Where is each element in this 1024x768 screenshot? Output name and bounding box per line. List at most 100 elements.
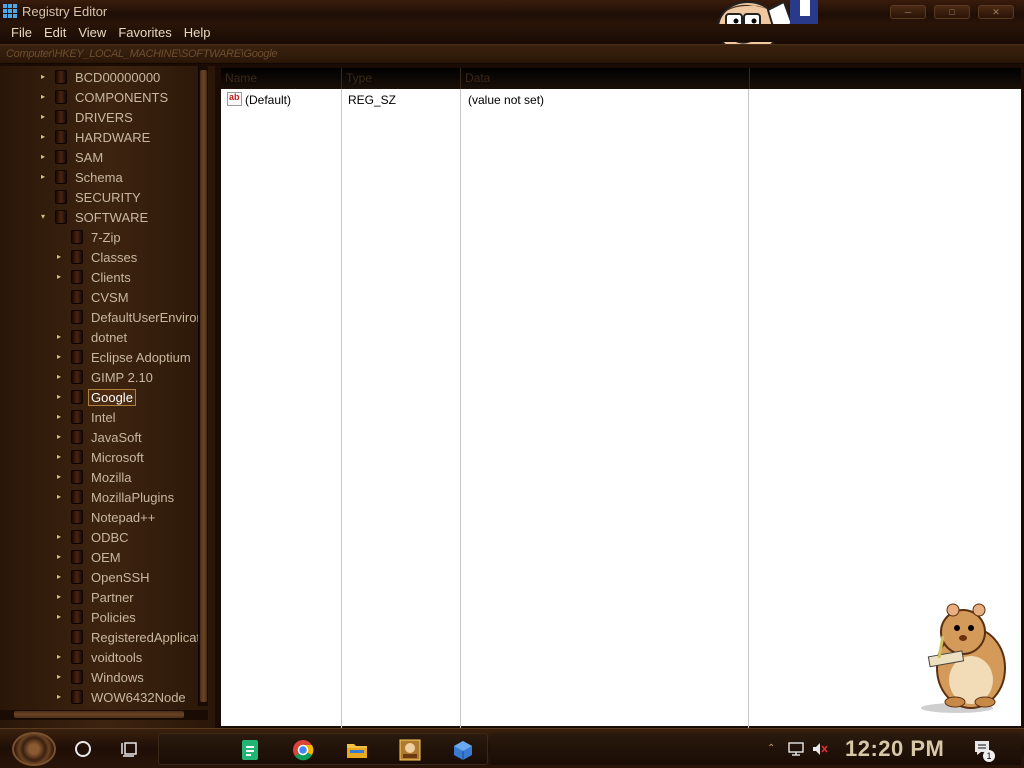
minimize-button[interactable]: ─ xyxy=(890,5,926,19)
expand-arrow-icon[interactable]: ▸ xyxy=(55,673,63,681)
folder-icon xyxy=(55,190,67,204)
tree-node[interactable]: ▸ JavaSoft xyxy=(55,427,142,447)
menu-help[interactable]: Help xyxy=(178,24,217,42)
expand-arrow-icon[interactable]: ▸ xyxy=(39,133,47,141)
registry-tree-pane[interactable]: ▸ BCD00000000 ▸ COMPONENTS ▸ DRIVERS ▸ HARDWARE… xyxy=(0,66,215,728)
tree-node[interactable]: RegisteredApplicat xyxy=(55,627,200,647)
tree-node[interactable]: ▸ Clients xyxy=(55,267,131,287)
tree-node[interactable]: ▸ BCD00000000 xyxy=(39,67,160,87)
sandbox-icon[interactable] xyxy=(399,739,421,761)
menu-favorites[interactable]: Favorites xyxy=(112,24,177,42)
expand-arrow-icon[interactable]: ▸ xyxy=(55,473,63,481)
close-button[interactable]: ✕ xyxy=(978,5,1014,19)
tree-node[interactable]: ▸ Partner xyxy=(55,587,134,607)
expand-arrow-icon[interactable]: ▸ xyxy=(55,573,63,581)
column-header-data[interactable]: Data xyxy=(461,68,750,89)
task-view-icon[interactable] xyxy=(120,739,140,759)
collapse-arrow-icon[interactable]: ▾ xyxy=(39,213,47,221)
tree-node[interactable]: ▸ HARDWARE xyxy=(39,127,150,147)
chrome-icon[interactable] xyxy=(292,739,314,761)
menu-edit[interactable]: Edit xyxy=(38,24,72,42)
expand-arrow-icon[interactable]: ▸ xyxy=(55,393,63,401)
registry-values-pane[interactable]: Name Type Data ab (Default) REG_SZ (valu… xyxy=(220,67,1022,728)
tree-node[interactable]: ▸ SAM xyxy=(39,147,103,167)
network-icon[interactable] xyxy=(787,741,805,757)
tree-node[interactable]: SECURITY xyxy=(39,187,141,207)
tree-node-label: OEM xyxy=(91,549,121,565)
menu-view[interactable]: View xyxy=(72,24,112,42)
chevron-up-icon[interactable]: ⌃ xyxy=(767,743,775,754)
expand-arrow-icon[interactable]: ▸ xyxy=(55,253,63,261)
tree-node[interactable]: Notepad++ xyxy=(55,507,155,527)
tree-vertical-scrollbar[interactable] xyxy=(198,66,208,706)
start-button[interactable] xyxy=(12,732,56,766)
maximize-button[interactable]: □ xyxy=(934,5,970,19)
tree-node-label: Classes xyxy=(91,249,138,265)
sheets-icon[interactable] xyxy=(239,739,261,761)
address-bar[interactable]: Computer\HKEY_LOCAL_MACHINE\SOFTWARE\Goo… xyxy=(0,44,1024,64)
expand-arrow-icon[interactable]: ▸ xyxy=(39,153,47,161)
tree-node[interactable]: ▸ MozillaPlugins xyxy=(55,487,174,507)
tree-node[interactable]: ▸ Policies xyxy=(55,607,136,627)
expand-arrow-icon[interactable]: ▸ xyxy=(55,493,63,501)
scrollbar-thumb[interactable] xyxy=(14,711,184,718)
scrollbar-thumb[interactable] xyxy=(200,70,207,702)
tree-node[interactable]: ▸ Intel xyxy=(55,407,116,427)
tree-node[interactable]: ▸ WOW6432Node xyxy=(55,687,186,707)
cube-app-icon[interactable] xyxy=(452,739,474,761)
file-explorer-icon[interactable] xyxy=(346,739,368,761)
tree-node[interactable]: ▸ Windows xyxy=(55,667,144,687)
taskbar-clock[interactable]: 12:20 PM xyxy=(845,736,944,762)
tree-node[interactable]: ▸ Mozilla xyxy=(55,467,131,487)
expand-arrow-icon[interactable]: ▸ xyxy=(55,433,63,441)
tree-node[interactable]: ▸ Eclipse Adoptium xyxy=(55,347,191,367)
tree-node[interactable]: DefaultUserEnviror xyxy=(55,307,201,327)
expand-arrow-icon[interactable]: ▸ xyxy=(55,553,63,561)
tree-node[interactable]: ▸ GIMP 2.10 xyxy=(55,367,153,387)
expand-arrow-icon[interactable]: ▸ xyxy=(39,73,47,81)
expand-arrow-icon[interactable]: ▸ xyxy=(55,273,63,281)
volume-muted-icon[interactable] xyxy=(811,741,829,757)
registry-value-row[interactable]: ab (Default) REG_SZ (value not set) xyxy=(221,91,1021,109)
expand-arrow-icon[interactable]: ▸ xyxy=(55,373,63,381)
tree-node[interactable]: ▸ dotnet xyxy=(55,327,127,347)
tree-horizontal-scrollbar[interactable] xyxy=(0,710,208,720)
expand-arrow-icon[interactable]: ▸ xyxy=(39,93,47,101)
tree-node[interactable]: ▸ voidtools xyxy=(55,647,142,667)
expand-arrow-icon[interactable]: ▸ xyxy=(55,353,63,361)
folder-icon xyxy=(55,90,67,104)
expand-arrow-icon[interactable]: ▸ xyxy=(39,173,47,181)
tree-node[interactable]: 7-Zip xyxy=(55,227,121,247)
tree-node-label: MozillaPlugins xyxy=(91,489,175,505)
tree-node[interactable]: ▸ Google xyxy=(55,387,136,407)
string-value-icon: ab xyxy=(227,92,242,106)
column-header-type[interactable]: Type xyxy=(342,68,461,89)
expand-arrow-icon[interactable]: ▸ xyxy=(55,533,63,541)
expand-arrow-icon[interactable]: ▸ xyxy=(55,413,63,421)
expand-arrow-icon[interactable]: ▸ xyxy=(55,333,63,341)
tree-node[interactable]: ▸ COMPONENTS xyxy=(39,87,168,107)
tree-node-label: Windows xyxy=(91,669,144,685)
expand-arrow-icon[interactable]: ▸ xyxy=(55,593,63,601)
tree-node[interactable]: ▸ Microsoft xyxy=(55,447,144,467)
tree-node[interactable]: ▾ SOFTWARE xyxy=(39,207,148,227)
column-header-name[interactable]: Name xyxy=(221,68,342,89)
tree-node[interactable]: ▸ OpenSSH xyxy=(55,567,150,587)
tree-node[interactable]: ▸ Schema xyxy=(39,167,123,187)
expand-arrow-icon[interactable]: ▸ xyxy=(39,113,47,121)
expand-arrow-icon[interactable]: ▸ xyxy=(55,693,63,701)
folder-icon xyxy=(71,330,83,344)
menu-file[interactable]: File xyxy=(5,24,38,42)
tree-node[interactable]: ▸ ODBC xyxy=(55,527,129,547)
expand-arrow-icon[interactable]: ▸ xyxy=(55,453,63,461)
tree-node[interactable]: CVSM xyxy=(55,287,129,307)
tree-node[interactable]: ▸ Classes xyxy=(55,247,137,267)
folder-icon xyxy=(71,430,83,444)
folder-icon xyxy=(71,690,83,704)
search-circle-icon[interactable] xyxy=(75,741,91,757)
tree-node[interactable]: ▸ OEM xyxy=(55,547,121,567)
expand-arrow-icon[interactable]: ▸ xyxy=(55,613,63,621)
expand-arrow-icon[interactable]: ▸ xyxy=(55,653,63,661)
tree-node[interactable]: ▸ DRIVERS xyxy=(39,107,133,127)
